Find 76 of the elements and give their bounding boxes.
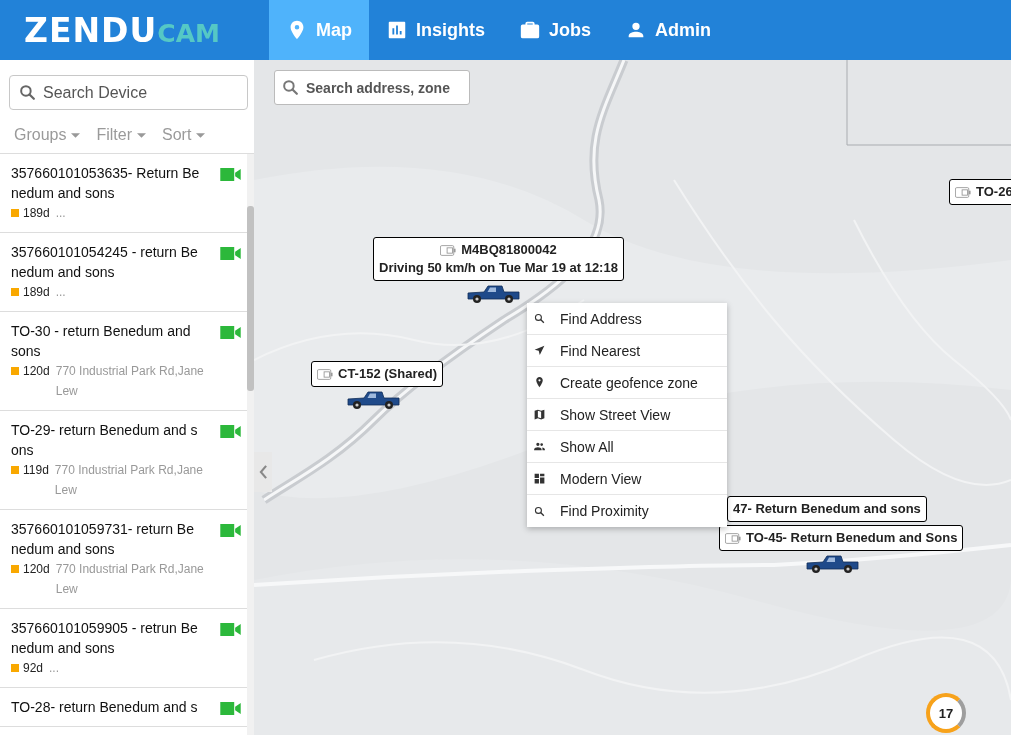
device-name: 357660101059905 - retrun Benedum and sons — [11, 619, 199, 658]
vehicle-label[interactable]: CT-152 (Shared) — [311, 361, 443, 387]
menu-item[interactable]: Find Address — [527, 303, 727, 335]
chevron-left-icon — [258, 465, 268, 479]
caret-icon — [137, 132, 147, 138]
video-camera-icon — [220, 524, 241, 537]
device-item[interactable]: TO-28- return Benedum and s — [0, 688, 247, 727]
address-search-field[interactable]: Search address, zone — [274, 70, 470, 105]
device-name: 357660101054245 - return Benedum and sons — [11, 243, 199, 282]
status-square — [11, 664, 19, 672]
device-address: ... — [55, 284, 67, 301]
device-age: 119d — [23, 462, 49, 479]
caret-icon — [196, 132, 206, 138]
device-address: 770 Industrial Park Rd,Jane Lew — [55, 363, 205, 400]
device-age: 120d — [23, 561, 50, 578]
status-square — [11, 466, 19, 474]
device-age: 189d — [23, 205, 50, 222]
navigation-arrow-icon — [533, 344, 546, 357]
vehicle-name: M4BQ81800042 — [461, 241, 557, 259]
vehicle-label[interactable]: 47- Return Benedum and sons — [727, 496, 927, 522]
video-camera-icon — [220, 326, 241, 339]
pickup-truck-icon[interactable] — [805, 554, 859, 574]
logo-text: ZENDU — [24, 10, 158, 50]
menu-item[interactable]: Show All — [527, 431, 727, 463]
device-address: 770 Industrial Park Rd,Jane Lew — [55, 561, 205, 598]
nav-tab[interactable]: Insights — [369, 0, 502, 60]
device-address: 770 Industrial Park Rd,Jane Lew — [54, 462, 204, 499]
vehicle-status: Driving 50 km/h on Tue Mar 19 at 12:18 — [379, 259, 618, 277]
scrollbar[interactable] — [247, 154, 254, 735]
search-icon — [533, 504, 546, 518]
device-name: TO-30 - return Benedum and sons — [11, 322, 192, 361]
pickup-truck-icon[interactable] — [466, 284, 520, 304]
search-icon — [18, 83, 37, 102]
people-icon — [533, 440, 546, 453]
search-icon — [533, 312, 546, 325]
nav-tab[interactable]: Jobs — [502, 0, 609, 60]
device-address: ... — [55, 205, 67, 222]
nav-tab[interactable]: Admin — [608, 0, 729, 60]
search-icon — [281, 78, 300, 97]
search-field[interactable]: Search Device — [9, 75, 248, 110]
map-pin-icon — [533, 376, 546, 389]
device-address: ... — [49, 660, 61, 677]
video-camera-icon — [220, 623, 241, 636]
folded-map-icon — [533, 408, 546, 421]
menu-item[interactable]: Find Nearest — [527, 335, 727, 367]
device-name: 357660101059731- return Benedum and sons — [11, 520, 195, 559]
status-square — [11, 367, 19, 375]
logo-text: CAM — [157, 18, 220, 48]
device-name: TO-29- return Benedum and sons — [11, 421, 199, 460]
device-name: 357660101053635- Return Benedum and sons — [11, 164, 201, 203]
bar-chart-icon — [386, 19, 408, 41]
device-name: TO-28- return Benedum and s — [11, 698, 199, 717]
status-square — [11, 565, 19, 573]
tiles-icon — [533, 472, 546, 485]
vehicle-name: CT-152 (Shared) — [338, 365, 437, 383]
vehicle-name: TO-45- Return Benedum and Sons — [746, 529, 958, 547]
menu-item[interactable]: Create geofence zone — [527, 367, 727, 399]
video-camera-icon — [220, 247, 241, 260]
menu-item[interactable]: Modern View — [527, 463, 727, 495]
caret-icon — [71, 132, 81, 138]
vehicle-label[interactable]: TO-45- Return Benedum and Sons — [719, 525, 964, 551]
status-square — [11, 209, 19, 217]
vehicle-label[interactable]: M4BQ81800042 Driving 50 km/h on Tue Mar 19 at 12:18 — [373, 237, 624, 281]
collapse-sidebar-button[interactable] — [254, 452, 272, 492]
menu-item[interactable]: Show Street View — [527, 399, 727, 431]
vehicle-name: 47- Return Benedum and sons — [733, 500, 921, 518]
briefcase-icon — [519, 19, 541, 41]
status-square — [11, 288, 19, 296]
video-camera-icon — [220, 702, 241, 715]
video-camera-icon — [220, 425, 241, 438]
device-age: 92d — [23, 660, 44, 677]
device-age: 189d — [23, 284, 50, 301]
device-age: 120d — [23, 363, 50, 380]
pickup-truck-icon[interactable] — [346, 390, 400, 410]
video-camera-icon — [220, 168, 241, 181]
menu-item[interactable]: Find Proximity — [527, 495, 727, 527]
